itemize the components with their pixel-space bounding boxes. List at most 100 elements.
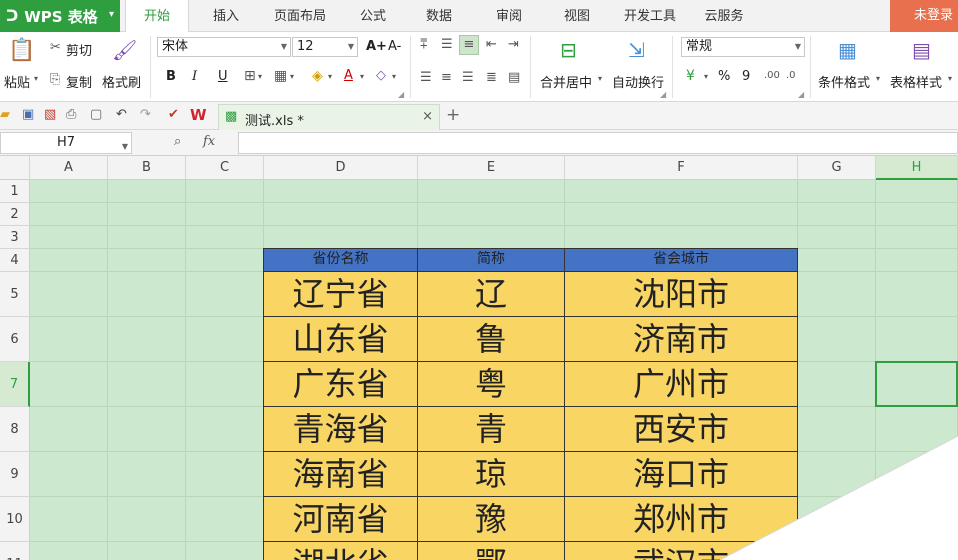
chevron-down-icon: ▼ — [347, 42, 354, 51]
login-button[interactable]: 未登录 — [890, 0, 958, 32]
table-style-icon[interactable]: ▤ — [912, 38, 931, 62]
paste-dropdown-icon[interactable]: ▾ — [34, 74, 38, 83]
increase-font-button[interactable]: A+ — [366, 39, 387, 54]
ribbon-divider — [810, 36, 811, 98]
merge-center-button[interactable]: 合并居中 — [540, 72, 592, 91]
conditional-format-button[interactable]: 条件格式 — [818, 72, 870, 91]
underline-button[interactable]: U — [218, 69, 228, 84]
name-box[interactable]: H7 ▼ — [0, 132, 132, 154]
document-tab[interactable]: ▩ 测试.xls * × — [218, 104, 440, 130]
chevron-down-icon[interactable]: ▾ — [328, 72, 332, 81]
chevron-down-icon[interactable]: ▾ — [258, 72, 262, 81]
indent-decrease-icon[interactable]: ⇤ — [486, 37, 497, 52]
wrap-text-button[interactable]: 自动换行 — [612, 72, 664, 91]
table-style-button[interactable]: 表格样式 — [890, 72, 942, 91]
ribbon-divider — [150, 36, 151, 98]
tab-formulas[interactable]: 公式 — [348, 0, 398, 32]
export-pdf-icon[interactable]: ▧ — [44, 107, 56, 122]
close-icon[interactable]: × — [422, 109, 433, 124]
conditional-format-icon[interactable]: ▦ — [838, 38, 857, 62]
page-curl-overlay — [719, 435, 958, 560]
scissors-icon[interactable]: ✂ — [50, 40, 61, 55]
decrease-decimal-icon[interactable]: .0 — [786, 70, 796, 81]
format-painter-icon[interactable]: 🖌 — [112, 38, 137, 62]
font-color-button[interactable]: A — [344, 68, 353, 83]
print-preview-icon[interactable]: ▢ — [90, 107, 102, 122]
indent-increase-icon[interactable]: ⇥ — [508, 37, 519, 52]
paste-icon[interactable]: 📋 — [8, 38, 35, 63]
cell-style-icon[interactable]: ▦ — [274, 68, 287, 84]
chevron-down-icon: ▼ — [280, 42, 287, 51]
tab-home[interactable]: 开始 — [125, 0, 189, 33]
cut-button[interactable]: 剪切 — [66, 40, 92, 59]
font-size-value: 12 — [297, 39, 314, 54]
customize-quickbar-icon[interactable]: ✔ — [168, 107, 179, 122]
chevron-down-icon[interactable]: ▾ — [598, 74, 602, 83]
formula-input[interactable] — [238, 132, 958, 154]
distribute-icon[interactable]: ▤ — [508, 70, 520, 85]
menu-bar: ᑐ WPS 表格 ▾ 开始 插入 页面布局 公式 数据 审阅 视图 开发工具 云… — [0, 0, 958, 33]
number-format-select[interactable]: 常规 ▼ — [681, 37, 805, 57]
formula-bar: H7 ▼ ⌕ fx — [0, 130, 958, 156]
percent-button[interactable]: % — [718, 69, 730, 84]
currency-icon[interactable]: ¥ — [686, 68, 695, 84]
comma-style-button[interactable]: 9 — [742, 69, 750, 84]
align-right-icon[interactable]: ☰ — [462, 70, 474, 85]
align-top-icon[interactable]: ⩱ — [420, 37, 428, 52]
chevron-down-icon[interactable]: ▾ — [948, 74, 952, 83]
ribbon-divider — [410, 36, 411, 98]
function-button[interactable]: fx — [203, 134, 215, 149]
new-tab-button[interactable]: + — [446, 105, 460, 125]
tab-insert[interactable]: 插入 — [200, 0, 252, 32]
tab-page-layout[interactable]: 页面布局 — [264, 0, 336, 32]
format-painter-button[interactable]: 格式刷 — [102, 72, 141, 91]
tab-developer[interactable]: 开发工具 — [616, 0, 684, 32]
zoom-icon[interactable]: ⌕ — [174, 134, 181, 149]
ribbon-divider — [672, 36, 673, 98]
wrap-text-icon[interactable]: ⇲ — [628, 38, 645, 62]
print-icon[interactable]: ⎙ — [66, 107, 76, 122]
clear-format-icon[interactable]: ◇ — [376, 68, 386, 83]
align-left-icon[interactable]: ☰ — [420, 70, 432, 85]
font-name-select[interactable]: 宋体 ▼ — [157, 37, 291, 57]
align-center-icon[interactable]: ≡ — [441, 70, 452, 85]
align-dialog-launcher-icon[interactable]: ◢ — [660, 90, 666, 99]
merge-cells-icon[interactable]: ⊟ — [560, 38, 577, 62]
copy-icon[interactable]: ⎘ — [50, 72, 60, 87]
chevron-down-icon[interactable]: ▾ — [290, 72, 294, 81]
increase-decimal-icon[interactable]: .00 — [764, 70, 780, 81]
italic-button[interactable]: I — [192, 69, 197, 84]
tab-data[interactable]: 数据 — [414, 0, 464, 32]
chevron-down-icon[interactable]: ▾ — [360, 72, 364, 81]
fill-color-icon[interactable]: ◈ — [312, 68, 323, 84]
number-dialog-launcher-icon[interactable]: ◢ — [798, 90, 804, 99]
save-icon[interactable]: ▣ — [22, 107, 34, 122]
chevron-down-icon[interactable]: ▾ — [704, 72, 708, 81]
open-folder-icon[interactable]: ▰ — [0, 107, 10, 122]
tab-review[interactable]: 审阅 — [484, 0, 534, 32]
font-size-select[interactable]: 12 ▼ — [292, 37, 358, 57]
paste-button[interactable]: 粘贴 — [4, 72, 30, 91]
app-name: WPS 表格 — [24, 7, 98, 26]
chevron-down-icon[interactable]: ▾ — [876, 74, 880, 83]
chevron-down-icon[interactable]: ▾ — [392, 72, 396, 81]
wps-home-icon[interactable]: W — [190, 106, 207, 124]
spreadsheet-grid[interactable]: ABCDEFGH 1234567891011 省份名称简称省会城市辽宁省辽沈阳市… — [0, 156, 958, 560]
font-dialog-launcher-icon[interactable]: ◢ — [398, 90, 404, 99]
align-middle-icon[interactable]: ☰ — [441, 37, 453, 52]
tab-view[interactable]: 视图 — [552, 0, 602, 32]
document-tab-name: 测试.xls * — [245, 114, 304, 129]
copy-button[interactable]: 复制 — [66, 72, 92, 91]
bold-button[interactable]: B — [166, 69, 176, 84]
ribbon-toolbar: 📋 粘贴 ▾ ✂ 剪切 ⎘ 复制 🖌 格式刷 宋体 ▼ 12 ▼ A+ A- B… — [0, 32, 958, 102]
font-name-value: 宋体 — [162, 39, 189, 54]
redo-icon[interactable]: ↷ — [140, 107, 151, 122]
decrease-font-button[interactable]: A- — [388, 39, 401, 54]
borders-icon[interactable]: ⊞ — [244, 68, 256, 84]
tab-cloud[interactable]: 云服务 — [696, 0, 752, 32]
justify-icon[interactable]: ≣ — [486, 70, 497, 85]
app-menu-button[interactable]: ᑐ WPS 表格 ▾ — [0, 0, 120, 32]
undo-icon[interactable]: ↶ — [116, 107, 127, 122]
align-bottom-icon[interactable]: ≡ — [459, 35, 479, 55]
chevron-down-icon: ▾ — [108, 9, 114, 20]
